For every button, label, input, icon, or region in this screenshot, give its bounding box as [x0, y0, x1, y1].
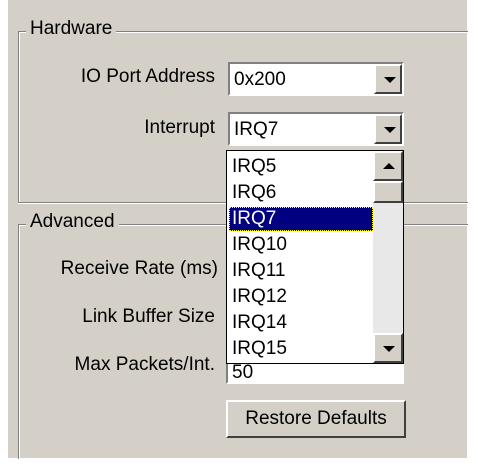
io-port-address-combo[interactable]: 0x200	[228, 62, 404, 96]
io-port-address-value: 0x200	[234, 69, 286, 90]
scrollbar-thumb[interactable]	[373, 181, 403, 203]
chevron-down-icon	[384, 127, 396, 133]
restore-defaults-button[interactable]: Restore Defaults	[226, 400, 406, 438]
advanced-group-legend: Advanced	[26, 211, 119, 233]
scroll-down-button[interactable]	[373, 333, 403, 363]
interrupt-label: Interrupt	[144, 117, 215, 138]
link-buffer-size-label: Link Buffer Size	[82, 306, 215, 327]
dropdown-option-irq10[interactable]: IRQ10	[229, 233, 373, 257]
right-margin	[467, 0, 478, 466]
interrupt-dropdown-button[interactable]	[374, 114, 402, 144]
dropdown-option-irq14[interactable]: IRQ14	[229, 311, 373, 335]
left-margin	[0, 0, 8, 466]
io-port-dropdown-button[interactable]	[374, 64, 402, 94]
dropdown-option-irq6[interactable]: IRQ6	[229, 181, 373, 205]
receive-rate-label: Receive Rate (ms)	[60, 258, 218, 279]
dropdown-option-irq7[interactable]: IRQ7	[229, 207, 373, 231]
interrupt-dropdown-list[interactable]: IRQ5 IRQ6 IRQ7 IRQ10 IRQ11 IRQ12 IRQ14 IRQ15	[226, 150, 404, 364]
dropdown-option-irq11[interactable]: IRQ11	[229, 259, 373, 283]
max-packets-value: 50	[232, 362, 254, 383]
chevron-down-icon	[383, 346, 395, 352]
dropdown-option-irq5[interactable]: IRQ5	[229, 155, 373, 179]
max-packets-label: Max Packets/Int.	[74, 354, 215, 375]
io-port-address-label: IO Port Address	[80, 66, 215, 87]
chevron-down-icon	[384, 77, 396, 83]
bottom-margin	[0, 458, 478, 466]
dropdown-option-irq15[interactable]: IRQ15	[229, 337, 373, 361]
interrupt-combo[interactable]: IRQ7	[228, 112, 404, 146]
dropdown-option-irq12[interactable]: IRQ12	[229, 285, 373, 309]
dropdown-scrollbar[interactable]	[373, 151, 403, 363]
interrupt-value: IRQ7	[234, 119, 279, 140]
max-packets-input[interactable]: 50	[226, 362, 404, 384]
hardware-group-legend: Hardware	[26, 18, 117, 40]
scroll-up-button[interactable]	[373, 151, 403, 181]
chevron-up-icon	[383, 163, 395, 169]
